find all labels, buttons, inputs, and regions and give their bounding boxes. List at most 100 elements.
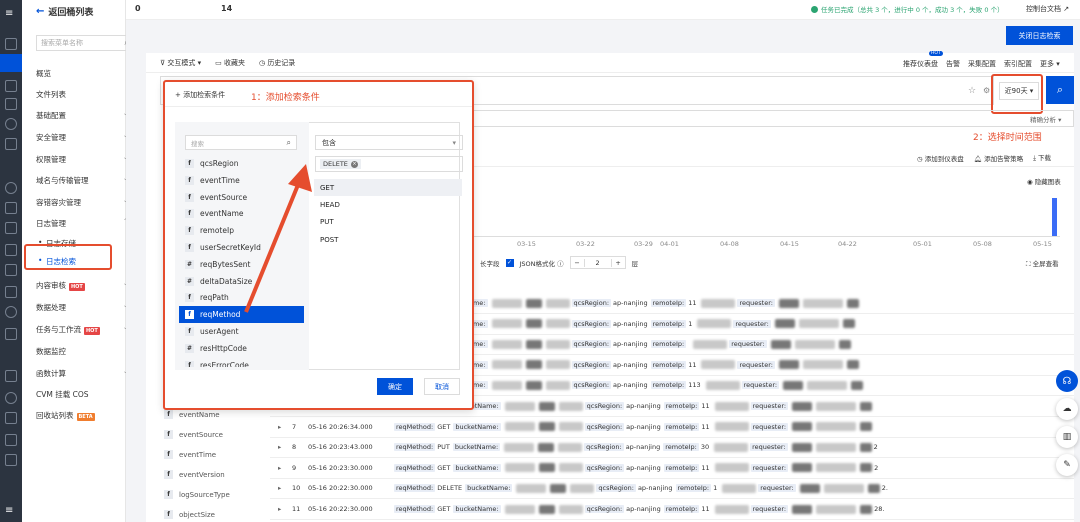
value-option[interactable]: GET xyxy=(314,179,462,196)
tools-icon[interactable] xyxy=(5,434,17,446)
level-stepper[interactable]: − 2 + xyxy=(569,256,626,269)
field-tag: requester: xyxy=(750,463,789,472)
search-circle-icon[interactable] xyxy=(5,306,17,318)
nav-item2-2[interactable]: 任务与工作流HOT⌄ xyxy=(36,324,128,335)
history-button[interactable]: ◷ 历史记录 xyxy=(259,58,295,68)
json-format-checkbox[interactable]: ✓ xyxy=(505,258,514,267)
cloud-icon[interactable] xyxy=(5,286,17,298)
table-row[interactable]: ▸ 7 05-16 20:26:34.000 reqMethod: GET bucketN… xyxy=(270,417,1074,438)
search-button[interactable]: ⌕ xyxy=(1046,76,1074,104)
back-to-bucket-list[interactable]: ← 返回桶列表 xyxy=(36,5,93,18)
field-item[interactable]: f eventTime xyxy=(164,450,216,459)
console-doc-link[interactable]: 控制台文档 ↗ xyxy=(1026,4,1069,14)
nav-item-0[interactable]: 概览 xyxy=(36,68,128,79)
table-row[interactable]: ▸ 8 05-16 20:23:43.000 reqMethod: PUT bucketN… xyxy=(270,437,1074,459)
download-button[interactable]: ⤓ 下载 xyxy=(1033,152,1051,163)
nav-item2-4[interactable]: 函数计算⌄ xyxy=(36,368,128,379)
edit-icon[interactable]: ✎ xyxy=(1056,454,1078,476)
plus-button[interactable]: + xyxy=(610,258,625,267)
confirm-button[interactable]: 确定 xyxy=(377,378,413,395)
nav-item2-3[interactable]: 数据监控 xyxy=(36,346,128,357)
collect-config-link[interactable]: 采集配置 xyxy=(968,59,996,69)
value-input[interactable]: DELETE × xyxy=(315,156,463,172)
nav-item-6[interactable]: 容错容灾管理⌄ xyxy=(36,197,128,208)
operator-select[interactable]: 包含 ▾ xyxy=(315,135,463,150)
field-tag: reqMethod: xyxy=(394,484,436,493)
star-icon[interactable]: ☆ xyxy=(968,86,976,96)
nav-item-7[interactable]: 日志管理⌃ xyxy=(36,218,128,229)
value-option[interactable]: POST xyxy=(314,231,462,248)
calendar-icon[interactable] xyxy=(5,98,17,110)
table-row[interactable]: ▸ 9 05-16 20:23:30.000 reqMethod: GET bucketN… xyxy=(270,458,1074,479)
nav-item2-0[interactable]: 内容审核HOT⌄ xyxy=(36,280,128,291)
fullscreen-button[interactable]: ⛶ 全屏查看 xyxy=(1026,258,1059,269)
table-row[interactable]: ▸ 10 05-16 20:22:30.000 reqMethod: DELETE buc… xyxy=(270,478,1074,500)
alarm-link[interactable]: 告警 xyxy=(946,59,960,69)
nav-item-5[interactable]: 域名与传输管理⌄ xyxy=(36,175,128,186)
expand-icon[interactable]: ▸ xyxy=(270,423,281,431)
remove-tag-icon[interactable]: × xyxy=(350,160,358,168)
expand-icon[interactable]: ▸ xyxy=(270,484,281,492)
field-option-resErrorCode[interactable]: f resErrorCode xyxy=(179,357,304,367)
globe-icon[interactable] xyxy=(5,182,17,194)
cos-icon[interactable] xyxy=(0,54,22,72)
nav-item2-5[interactable]: CVM 挂载 COS xyxy=(36,389,128,400)
nav-item2-6[interactable]: 回收站列表 BETA xyxy=(36,410,128,421)
close-log-search-button[interactable]: 关闭日志检索 xyxy=(1006,26,1073,45)
expand-icon[interactable]: ▸ xyxy=(270,464,281,472)
level-value[interactable]: 2 xyxy=(585,259,611,267)
more-menu[interactable]: 更多 ▾ xyxy=(1040,59,1060,69)
menu-icon[interactable]: ≡ xyxy=(5,8,17,20)
support-icon[interactable]: ☊ xyxy=(1056,370,1078,392)
value-option[interactable]: HEAD xyxy=(314,196,462,213)
field-item[interactable]: f eventSource xyxy=(164,430,223,439)
chart-icon[interactable] xyxy=(5,118,17,130)
grid-icon[interactable] xyxy=(5,38,17,50)
settings-small-icon[interactable]: ⚙ xyxy=(983,86,990,95)
nav-item-1[interactable]: 文件列表 xyxy=(36,89,128,100)
doc-icon[interactable] xyxy=(5,138,17,150)
table-row[interactable]: ▸ 11 05-16 20:22:30.000 reqMethod: GET bucket… xyxy=(270,499,1074,520)
layers-icon[interactable] xyxy=(5,222,17,234)
display-options: 长字段 ✓ JSON格式化 ⓘ − 2 + 层 xyxy=(480,256,638,269)
collapse-icon[interactable]: ≡ xyxy=(5,505,17,517)
field-search-input[interactable]: 搜索 ⌕ xyxy=(185,135,297,150)
nav-item2-1[interactable]: 数据处理⌄ xyxy=(36,302,128,313)
network-icon[interactable] xyxy=(5,202,17,214)
monitor-icon[interactable] xyxy=(5,264,17,276)
db-icon[interactable] xyxy=(5,244,17,256)
value-option[interactable]: PUT xyxy=(314,214,462,231)
hide-chart-button[interactable]: ◉ 隐藏图表 xyxy=(1027,176,1061,186)
add-to-dashboard-button[interactable]: ◷ 添加到仪表盘 xyxy=(917,153,964,163)
settings-icon[interactable] xyxy=(5,412,17,424)
cancel-button[interactable]: 取消 xyxy=(424,378,460,395)
field-item[interactable]: f eventName xyxy=(164,410,220,419)
menu-search-input[interactable]: 搜索菜单名称 ⌕ xyxy=(36,35,134,51)
link-icon[interactable] xyxy=(5,80,17,92)
field-item[interactable]: f eventVersion xyxy=(164,470,225,479)
user-icon[interactable] xyxy=(5,454,17,466)
shield-icon[interactable] xyxy=(5,328,17,340)
field-item[interactable]: f logSourceType xyxy=(164,490,230,499)
add-alarm-button[interactable]: 🔔︎ 添加告警策略 xyxy=(974,153,1023,163)
book-icon[interactable]: ▥ xyxy=(1056,426,1078,448)
nav-item-3[interactable]: 安全管理⌄ xyxy=(36,132,128,143)
precise-analysis-select[interactable]: 精确分析 ▾ xyxy=(1030,114,1061,124)
interaction-mode-select[interactable]: ⊽ 交互模式 ▾ xyxy=(160,58,201,68)
nav-item-4[interactable]: 权限管理⌄ xyxy=(36,154,128,165)
index-config-link[interactable]: 索引配置 xyxy=(1004,59,1032,69)
minus-button[interactable]: − xyxy=(571,258,585,267)
field-item[interactable]: f objectSize xyxy=(164,510,215,519)
recommended-dashboard-link[interactable]: 推荐仪表盘 HOT xyxy=(903,51,943,69)
task-status[interactable]: 任务已完成（总共 3 个，进行中 0 个，成功 3 个，失败 0 个） xyxy=(811,4,1004,14)
add-condition-button[interactable]: + 添加检索条件 xyxy=(175,90,225,100)
nav-item-2[interactable]: 基础配置⌄ xyxy=(36,110,128,121)
expand-icon[interactable]: ▸ xyxy=(270,443,281,451)
expand-icon[interactable]: ▸ xyxy=(270,505,281,513)
cloud-upload-icon[interactable]: ☁ xyxy=(1056,398,1078,420)
box-icon[interactable] xyxy=(5,370,17,382)
field-option-resHttpCode[interactable]: # resHttpCode xyxy=(179,340,304,357)
filter-icon: ⊽ xyxy=(160,59,166,67)
favorites-button[interactable]: ▭ 收藏夹 xyxy=(215,58,245,68)
gear-icon[interactable] xyxy=(5,392,17,404)
